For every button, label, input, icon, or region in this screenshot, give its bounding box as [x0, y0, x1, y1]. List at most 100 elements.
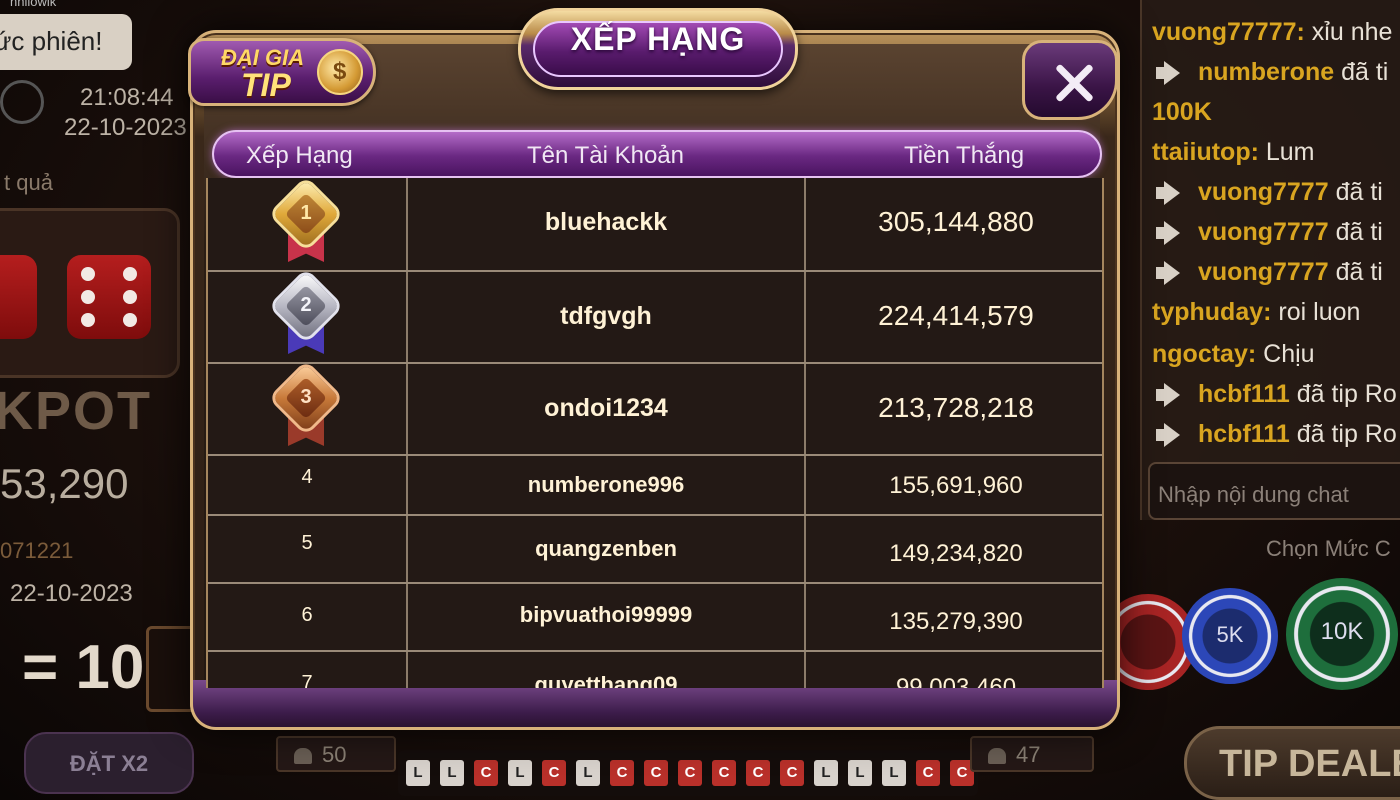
game-left-panel: nhiiowik ức phiên! 21:08:44 22-10-2023 t… — [0, 0, 206, 800]
table-header: Xếp Hạng Tên Tài Khoản Tiền Thắng — [212, 130, 1102, 178]
table-row: 4 numberone996 155,691,960 — [208, 456, 1102, 516]
history-chip: L — [406, 760, 430, 786]
players-left: 50 — [276, 736, 396, 772]
history-chip: L — [848, 760, 872, 786]
table-row: 3 ondoi1234 213,728,218 — [208, 364, 1102, 456]
history-chip: C — [610, 760, 634, 786]
stats-icon[interactable] — [0, 80, 44, 124]
close-button[interactable] — [1022, 40, 1118, 120]
history-chip: C — [780, 760, 804, 786]
winnings-value: 155,691,960 — [889, 472, 1023, 499]
account-name: bluehackk — [544, 208, 668, 236]
winnings-value: 135,279,390 — [889, 608, 1023, 635]
bottom-bar: 50 LLCLCLCCCCCCLLLCC 47 — [270, 728, 1130, 800]
table-row: 6 bipvuathoi99999 135,279,390 — [208, 584, 1102, 652]
clock-date: 22-10-2023 — [64, 114, 187, 141]
people-icon — [294, 748, 312, 765]
chat-message: ttaiiutop: Lum — [1152, 138, 1315, 166]
chat-column: vuong77777: xỉu nhe numberone đã ti 100K… — [1100, 0, 1400, 800]
history-chip: C — [644, 760, 668, 786]
chat-message: ngoctay: Chịu — [1152, 340, 1315, 368]
chip-10k-button[interactable]: 10K — [1286, 578, 1398, 690]
speaker-icon — [1152, 260, 1190, 286]
session-id: 071221 — [0, 538, 74, 563]
modal-title: XẾP HẠNG — [570, 21, 746, 57]
account-name: quyetthang09 — [534, 672, 678, 688]
silver-medal-icon: 2 — [270, 272, 342, 358]
rank-number: 5 — [301, 532, 313, 554]
winnings-value: 213,728,218 — [878, 392, 1034, 423]
chip-5k-button[interactable]: 5K — [1182, 588, 1278, 684]
account-name: numberone996 — [527, 472, 685, 497]
history-chip: L — [576, 760, 600, 786]
people-icon — [988, 748, 1006, 765]
chat-message: hcbf111 đã tip Ro — [1152, 420, 1397, 449]
history-chip: C — [712, 760, 736, 786]
table-row: 2 tdfgvgh 224,414,579 — [208, 272, 1102, 364]
tip-dealer-button[interactable]: TIP DEALE — [1184, 726, 1400, 800]
table-row: 5 quangzenben 149,234,820 — [208, 516, 1102, 584]
coin-icon — [317, 49, 363, 95]
bronze-medal-icon: 3 — [270, 364, 342, 450]
dice-total: = 10 — [22, 633, 145, 702]
title-plate: XẾP HẠNG — [518, 8, 798, 90]
clock-time: 21:08:44 — [80, 84, 174, 111]
history-chip: C — [678, 760, 702, 786]
speaker-icon — [1152, 382, 1190, 408]
speaker-icon — [1152, 422, 1190, 448]
speaker-icon — [1152, 60, 1190, 86]
speaker-icon — [1152, 220, 1190, 246]
chat-message: vuong7777 đã ti — [1152, 218, 1383, 247]
account-name: quangzenben — [535, 536, 677, 561]
players-right: 47 — [970, 736, 1094, 772]
chat-message: 100K — [1152, 98, 1212, 126]
jackpot-label: KPOT — [0, 381, 153, 441]
round-notice: ức phiên! — [0, 14, 132, 70]
leaderboard-modal: ĐẠI GIA TIP XẾP HẠNG Xếp Hạng Tên Tài Kh… — [188, 8, 1120, 730]
col-winnings-header: Tiền Thắng — [904, 142, 1025, 169]
winnings-value: 305,144,880 — [878, 206, 1034, 237]
history-chip: L — [882, 760, 906, 786]
account-name: tdfgvgh — [560, 302, 652, 330]
session-date: 22-10-2023 — [10, 580, 133, 607]
die-icon — [0, 255, 37, 339]
history-chip: C — [542, 760, 566, 786]
account-name: bipvuathoi99999 — [519, 602, 693, 627]
rank-number: 6 — [301, 604, 313, 626]
table-row: 1 bluehackk 305,144,880 — [208, 178, 1102, 272]
table-row: 7 quyetthang09 99,003,460 — [208, 652, 1102, 688]
dai-gia-tip-logo: ĐẠI GIA TIP — [188, 38, 376, 106]
game-screen: nhiiowik ức phiên! 21:08:44 22-10-2023 t… — [0, 0, 1400, 800]
rank-number: 4 — [301, 466, 313, 488]
history-chip: C — [916, 760, 940, 786]
chat-input[interactable]: Nhập nội dung chat — [1148, 462, 1400, 520]
dice-result-box — [0, 208, 180, 378]
history-chip: C — [746, 760, 770, 786]
account-name: ondoi1234 — [544, 394, 668, 422]
history-chip: L — [440, 760, 464, 786]
leaderboard-table[interactable]: 1 bluehackk 305,144,880 2 tdfgvgh 224,41… — [206, 178, 1104, 688]
double-bet-button[interactable]: ĐẶT X2 — [24, 732, 194, 794]
die-icon — [67, 255, 151, 339]
result-label: t quả — [4, 170, 53, 195]
jackpot-value: 53,290 — [0, 460, 129, 507]
top-label: nhiiowik — [10, 0, 57, 9]
winnings-value: 224,414,579 — [878, 300, 1034, 331]
chat-panel: vuong77777: xỉu nhe numberone đã ti 100K… — [1140, 0, 1400, 520]
chat-message: vuong7777 đã ti — [1152, 258, 1383, 287]
gold-medal-icon: 1 — [270, 180, 342, 266]
chat-message: numberone đã ti — [1152, 58, 1388, 87]
col-rank-header: Xếp Hạng — [246, 142, 353, 169]
col-account-header: Tên Tài Khoản — [527, 142, 684, 169]
chat-message: vuong77777: xỉu nhe — [1152, 18, 1393, 46]
bet-level-label: Chọn Mức C — [1266, 536, 1391, 561]
chat-message: hcbf111 đã tip Ro — [1152, 380, 1397, 409]
history-chip: L — [508, 760, 532, 786]
speaker-icon — [1152, 180, 1190, 206]
chat-message: vuong7777 đã ti — [1152, 178, 1383, 207]
result-history: LLCLCLCCCCCCLLLCC — [398, 750, 978, 796]
winnings-value: 149,234,820 — [889, 540, 1023, 567]
chat-message: typhuday: roi luon — [1152, 298, 1361, 326]
history-chip: C — [474, 760, 498, 786]
logo-line2: TIP — [241, 67, 291, 103]
